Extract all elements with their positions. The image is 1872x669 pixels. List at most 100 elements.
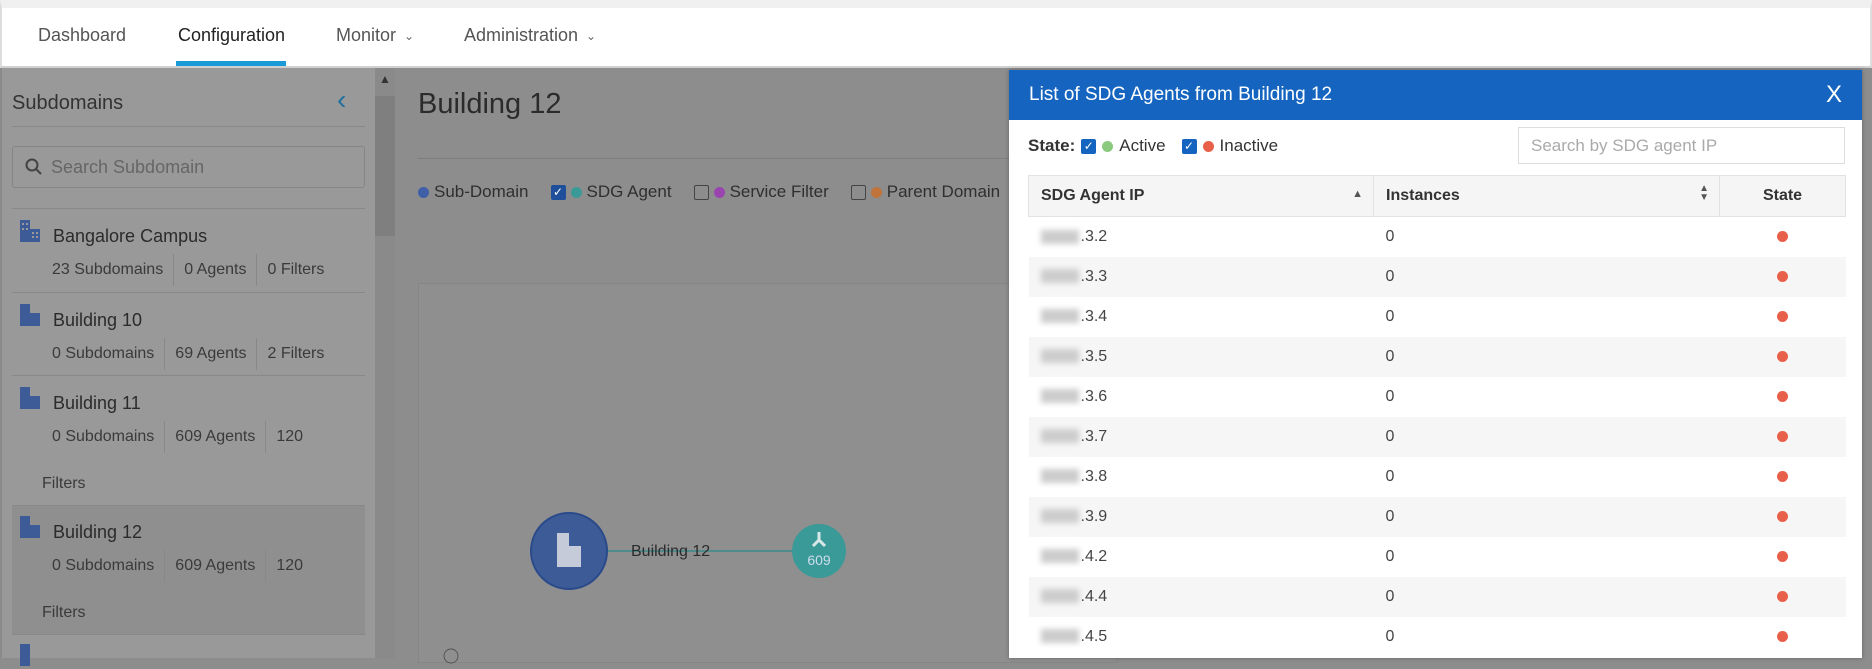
divider [12,292,365,293]
zoom-in-icon[interactable] [443,648,459,664]
search-agent-ip-input[interactable] [1518,127,1845,164]
legend-service-filter[interactable]: Service Filter [693,182,829,202]
ip-suffix: .3.6 [1080,387,1108,405]
filter-count: 120 [265,550,313,582]
ip-cell: .4.4 [1028,576,1374,617]
table-row[interactable]: .3.6 0 [1029,377,1846,417]
ip-cell: .3.2 [1029,217,1374,257]
redacted-ip-prefix [1040,389,1079,404]
search-subdomain-input[interactable]: Search Subdomain [12,146,365,188]
table-row[interactable]: .4.2 0 [1029,537,1846,577]
header-label: Instances [1386,187,1460,204]
divider [12,375,365,376]
sub-domain-dot [418,186,429,198]
redacted-ip-prefix [1040,629,1079,644]
table-row[interactable]: .3.2 0 [1029,217,1846,257]
divider [12,126,365,127]
subdomain-item-selected[interactable]: Building 12 0 Subdomains 609 Agents 120 Fi… [12,506,365,634]
instances-cell: 0 [1373,576,1720,617]
instances-cell: 0 [1385,227,1395,245]
state-cell [1720,617,1846,657]
tab-label: Administration [464,25,579,45]
agent-count: 609 Agents [164,550,265,582]
subdomain-name: Building 12 [53,522,143,542]
scroll-up-icon[interactable]: ▲ [379,72,391,86]
table-row[interactable]: .3.5 0 [1028,336,1846,377]
collapse-chevron-icon[interactable]: ‹ [337,84,346,116]
legend-label: SDG Agent [586,182,672,201]
legend-label: Sub-Domain [434,182,529,201]
checkbox[interactable] [693,184,709,200]
table-row[interactable]: .3.9 0 [1028,496,1846,537]
ip-cell: .3.7 [1028,416,1374,457]
agent-node[interactable]: 609 [792,524,846,578]
table-row[interactable]: .3.8 0 [1029,457,1846,497]
legend-sub-domain: Sub-Domain [418,182,529,202]
subdomain-count: 23 Subdomains [52,261,164,278]
subdomain-name: Building 11 [53,393,141,413]
ip-cell: .3.9 [1028,496,1374,537]
tab-administration[interactable]: Administration ⌄ [464,25,596,46]
column-header-instances[interactable]: Instances ▲ ▼ [1373,175,1720,217]
instances-cell: 0 [1373,336,1720,377]
building-icon [20,644,30,666]
modal-header: List of SDG Agents from Building 12 X [1009,70,1862,120]
active-checkbox[interactable]: ✓ [1081,138,1097,154]
redacted-ip-prefix [1040,589,1079,604]
ip-cell: .4.2 [1029,537,1374,577]
table-row[interactable]: .4.4 0 [1028,576,1846,617]
subdomain-sidebar: Subdomains ‹ Search Subdomain Bangalore … [0,68,375,666]
sort-asc-icon[interactable]: ▲ [1352,188,1363,200]
edge-label: Building 12 [631,543,710,560]
state-dot-inactive [1777,511,1788,522]
subdomain-count: 0 Subdomains [52,428,155,445]
redacted-ip-prefix [1040,429,1079,444]
state-label: State: [1028,136,1076,155]
state-filter: State: ✓ Active ✓ Inactive [1028,136,1278,156]
building-icon [20,387,40,409]
close-icon[interactable]: X [1826,81,1842,109]
legend-label: Service Filter [729,182,829,201]
sidebar-scrollbar[interactable]: ▲ [375,68,395,658]
sdg-agent-dot [570,186,582,198]
table-row[interactable]: .3.7 0 [1028,416,1846,457]
tab-configuration[interactable]: Configuration [178,25,285,46]
ip-suffix: .3.2 [1080,227,1108,245]
modal-title: List of SDG Agents from Building 12 [1029,84,1333,105]
tab-monitor[interactable]: Monitor ⌄ [336,25,414,46]
checkbox[interactable] [850,184,866,200]
state-dot-inactive [1777,231,1788,243]
table-row[interactable]: .4.5 0 [1029,617,1846,657]
scrollbar-thumb[interactable] [375,96,395,236]
ip-suffix: .4.4 [1080,587,1108,605]
legend-sdg-agent[interactable]: ✓ SDG Agent [550,182,672,202]
state-cell [1720,537,1846,577]
tab-dashboard[interactable]: Dashboard [38,25,126,46]
inactive-checkbox[interactable]: ✓ [1181,138,1197,154]
checkbox-checked[interactable]: ✓ [550,184,566,200]
ip-cell: .3.5 [1028,336,1374,377]
redacted-ip-prefix [1040,549,1079,564]
ip-suffix: .3.9 [1080,507,1108,525]
subdomain-count: 0 Subdomains [52,345,155,362]
redacted-ip-prefix [1040,509,1079,524]
column-header-ip[interactable]: SDG Agent IP ▲ [1028,175,1374,217]
subdomain-item[interactable]: Building 11 0 Subdomains 609 Agents 120 Fi… [12,377,365,505]
agent-count: 69 Agents [164,338,256,370]
legend-parent-domain[interactable]: Parent Domain [850,182,1000,202]
ip-cell: .3.8 [1029,457,1374,497]
ip-cell: .3.3 [1028,256,1374,297]
building-icon [20,304,40,326]
header-label: State [1762,187,1803,204]
subdomain-stats: 23 Subdomains 0 Agents 0 Filters [52,254,334,286]
table-row[interactable]: .3.4 0 [1029,297,1846,337]
table-row[interactable]: .3.3 0 [1028,256,1846,297]
divider [12,208,365,209]
instances-cell: 0 [1385,307,1395,325]
redacted-ip-prefix [1040,229,1079,244]
filter-count: 2 Filters [256,338,334,370]
agent-count-label: 609 [807,552,831,568]
domain-node[interactable] [530,512,608,590]
sort-icon[interactable]: ▲ ▼ [1699,184,1709,203]
state-dot-inactive [1777,471,1788,482]
